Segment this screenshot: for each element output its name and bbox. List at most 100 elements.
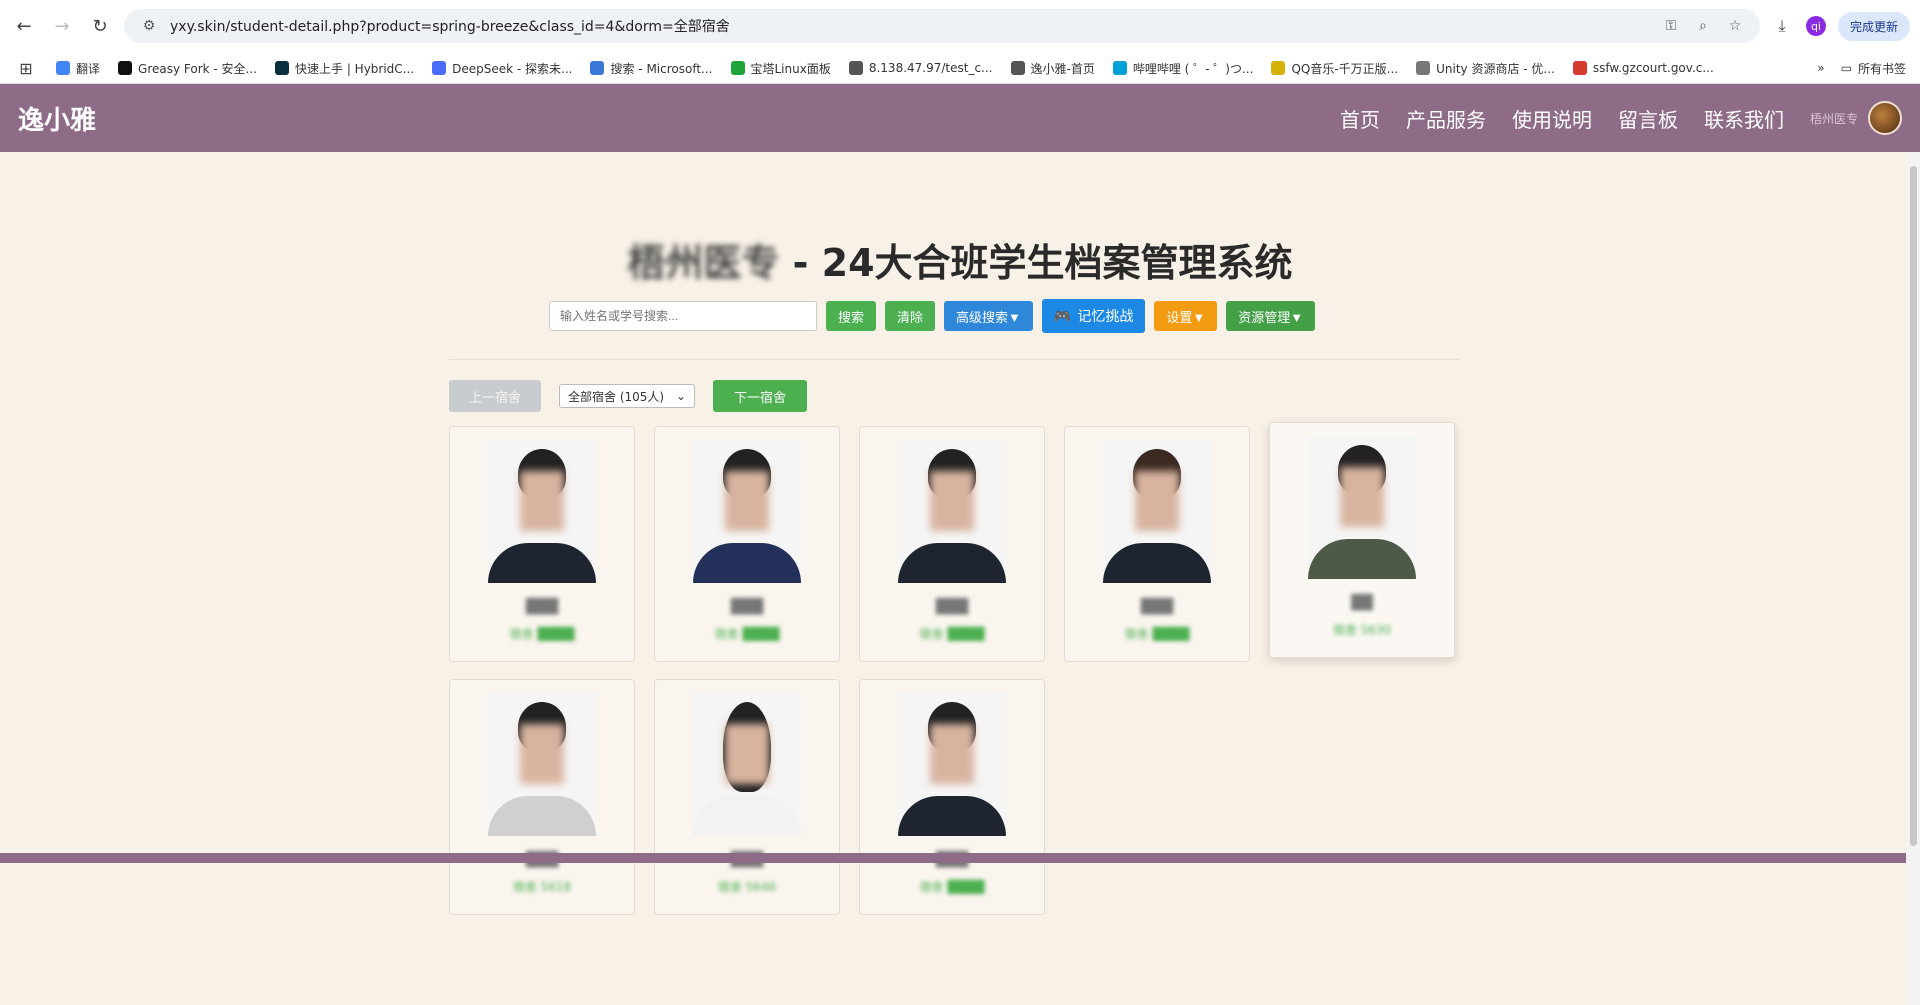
student-photo: [693, 439, 801, 583]
bookmark-favicon-icon: [1112, 61, 1127, 75]
student-grid: ███ 宿舍 ████ ███ 宿舍 ████ ███ 宿舍 ████ ███ …: [449, 422, 1455, 915]
site-header: 逸小雅 首页 产品服务 使用说明 留言板 联系我们 梧州医专: [0, 84, 1920, 152]
bookmark-item[interactable]: Greasy Fork - 安全...: [118, 60, 257, 77]
page-body: 梧州医专 - 24大合班学生档案管理系统 搜索 清除 高级搜索▼ 🎮记忆挑战 设…: [0, 152, 1920, 1005]
student-photo: [898, 439, 1006, 583]
student-card[interactable]: ███ 宿舍 ████: [654, 426, 840, 662]
bookmark-item[interactable]: DeepSeek - 探索未...: [432, 60, 572, 77]
student-card[interactable]: ███ 宿舍 ████: [1064, 426, 1250, 662]
student-photo: [1308, 435, 1416, 579]
student-photo: [1103, 439, 1211, 583]
more-bookmarks-icon[interactable]: »: [1817, 61, 1824, 75]
student-dorm: 宿舍 5618: [512, 880, 572, 894]
reload-icon[interactable]: ↻: [86, 12, 114, 40]
nav-message-board[interactable]: 留言板: [1618, 104, 1678, 133]
student-dorm: 宿舍 ████: [509, 627, 575, 641]
search-button[interactable]: 搜索: [826, 301, 877, 331]
student-name: ███: [1140, 599, 1174, 615]
nav-guide[interactable]: 使用说明: [1512, 104, 1592, 133]
download-icon[interactable]: ⤓: [1770, 16, 1794, 36]
bookmarks-bar: ⊞ 翻译 Greasy Fork - 安全... 快速上手 | HybridC.…: [0, 52, 1920, 84]
student-photo: [898, 692, 1006, 836]
search-bar: 搜索 清除 高级搜索▼ 🎮记忆挑战 设置▼ 资源管理▼: [549, 299, 1316, 333]
bookmark-favicon-icon: [275, 61, 289, 75]
resource-manage-button[interactable]: 资源管理▼: [1226, 301, 1316, 331]
nav-contact[interactable]: 联系我们: [1704, 104, 1784, 133]
student-dorm: 宿舍 5646: [717, 880, 777, 894]
bookmark-favicon-icon: [432, 61, 447, 75]
bookmark-item[interactable]: 哔哩哔哩 ( ゜- ゜)つ...: [1112, 60, 1253, 77]
address-bar[interactable]: ⚙ yxy.skin/student-detail.php?product=sp…: [124, 9, 1760, 43]
browser-chrome: ← → ↻ ⚙ yxy.skin/student-detail.php?prod…: [0, 0, 1920, 84]
apps-icon[interactable]: ⊞: [14, 59, 38, 78]
bookmark-item[interactable]: Unity 资源商店 - 优...: [1416, 60, 1555, 77]
dorm-select[interactable]: 全部宿舍 (105人) ⌄: [559, 384, 695, 408]
bookmark-item[interactable]: 搜索 - Microsoft...: [590, 60, 713, 77]
bookmark-item[interactable]: 逸小雅-首页: [1010, 60, 1095, 77]
student-card[interactable]: ███ 宿舍 ████: [449, 426, 635, 662]
student-name: ███: [730, 599, 764, 615]
forward-icon[interactable]: →: [48, 12, 76, 40]
bookmark-item[interactable]: 8.138.47.97/test_c...: [848, 61, 993, 75]
clear-button[interactable]: 清除: [885, 301, 936, 331]
page-title: 梧州医专 - 24大合班学生档案管理系统: [627, 241, 1293, 285]
back-icon[interactable]: ←: [10, 12, 38, 40]
student-name: ███: [935, 599, 969, 615]
zoom-icon[interactable]: ⌕: [1692, 18, 1714, 34]
all-bookmarks[interactable]: ▭ 所有书签: [1841, 60, 1906, 77]
gamepad-icon: 🎮: [1053, 307, 1072, 324]
student-dorm: 宿舍 5630: [1332, 623, 1392, 637]
student-dorm: 宿舍 ████: [919, 880, 985, 894]
chevron-down-icon: ⌄: [675, 389, 686, 403]
search-input[interactable]: [549, 301, 817, 331]
bookmark-item[interactable]: ssfw.gzcourt.gov.c...: [1572, 61, 1714, 75]
bookmark-item[interactable]: 快速上手 | HybridC...: [275, 60, 414, 77]
update-button[interactable]: 完成更新: [1837, 11, 1910, 41]
student-photo: [488, 439, 596, 583]
bookmark-favicon-icon: [1010, 61, 1025, 75]
bookmark-item[interactable]: 宝塔Linux面板: [730, 60, 831, 77]
student-card[interactable]: ███ 宿舍 ████: [859, 679, 1045, 915]
site-logo[interactable]: 逸小雅: [18, 100, 96, 137]
student-card[interactable]: ██ 宿舍 5630: [1269, 422, 1455, 658]
memory-challenge-button[interactable]: 🎮 记忆挑战: [1041, 299, 1146, 333]
student-dorm: 宿舍 ████: [1124, 627, 1190, 641]
browser-toolbar: ← → ↻ ⚙ yxy.skin/student-detail.php?prod…: [0, 0, 1920, 52]
student-name: ███: [525, 599, 559, 615]
user-menu[interactable]: 梧州医专: [1810, 101, 1902, 135]
user-name: 梧州医专: [1809, 111, 1858, 126]
profile-avatar[interactable]: qi: [1805, 16, 1826, 36]
student-dorm: 宿舍 ████: [714, 627, 780, 641]
dorm-navigation: 上一宿舍 全部宿舍 (105人) ⌄ 下一宿舍: [449, 380, 807, 412]
bookmark-item[interactable]: 翻译: [56, 60, 100, 77]
student-name: ██: [1351, 595, 1373, 611]
folder-icon: ▭: [1840, 61, 1852, 75]
student-card[interactable]: ███ 宿舍 5618: [449, 679, 635, 915]
divider: [449, 359, 1459, 360]
avatar[interactable]: [1868, 101, 1902, 135]
student-photo: [488, 692, 596, 836]
student-card[interactable]: ███ 宿舍 ████: [859, 426, 1045, 662]
bookmark-favicon-icon: [590, 61, 605, 75]
url-text[interactable]: yxy.skin/student-detail.php?product=spri…: [170, 16, 1650, 36]
nav-home[interactable]: 首页: [1340, 104, 1380, 133]
site-footer: [0, 853, 1906, 863]
bookmark-favicon-icon: [1416, 61, 1431, 75]
scrollbar-thumb[interactable]: [1910, 166, 1917, 846]
advanced-search-button[interactable]: 高级搜索▼: [944, 301, 1033, 331]
site-info-icon[interactable]: ⚙: [138, 18, 160, 34]
bookmark-favicon-icon: [848, 61, 863, 75]
bookmark-favicon-icon: [730, 61, 745, 75]
bookmark-favicon-icon: [1271, 61, 1286, 75]
next-dorm-button[interactable]: 下一宿舍: [713, 380, 807, 412]
settings-button[interactable]: 设置▼: [1154, 301, 1218, 331]
bookmark-favicon-icon: [118, 61, 133, 75]
student-card[interactable]: ███ 宿舍 5646: [654, 679, 840, 915]
key-icon[interactable]: ⚿: [1660, 18, 1682, 34]
star-icon[interactable]: ☆: [1724, 18, 1746, 34]
page-scrollbar[interactable]: [1906, 152, 1920, 1005]
nav-products[interactable]: 产品服务: [1406, 104, 1486, 133]
site-nav: 首页 产品服务 使用说明 留言板 联系我们: [1340, 104, 1784, 133]
bookmark-item[interactable]: QQ音乐-千万正版...: [1271, 60, 1398, 77]
prev-dorm-button[interactable]: 上一宿舍: [449, 380, 541, 412]
